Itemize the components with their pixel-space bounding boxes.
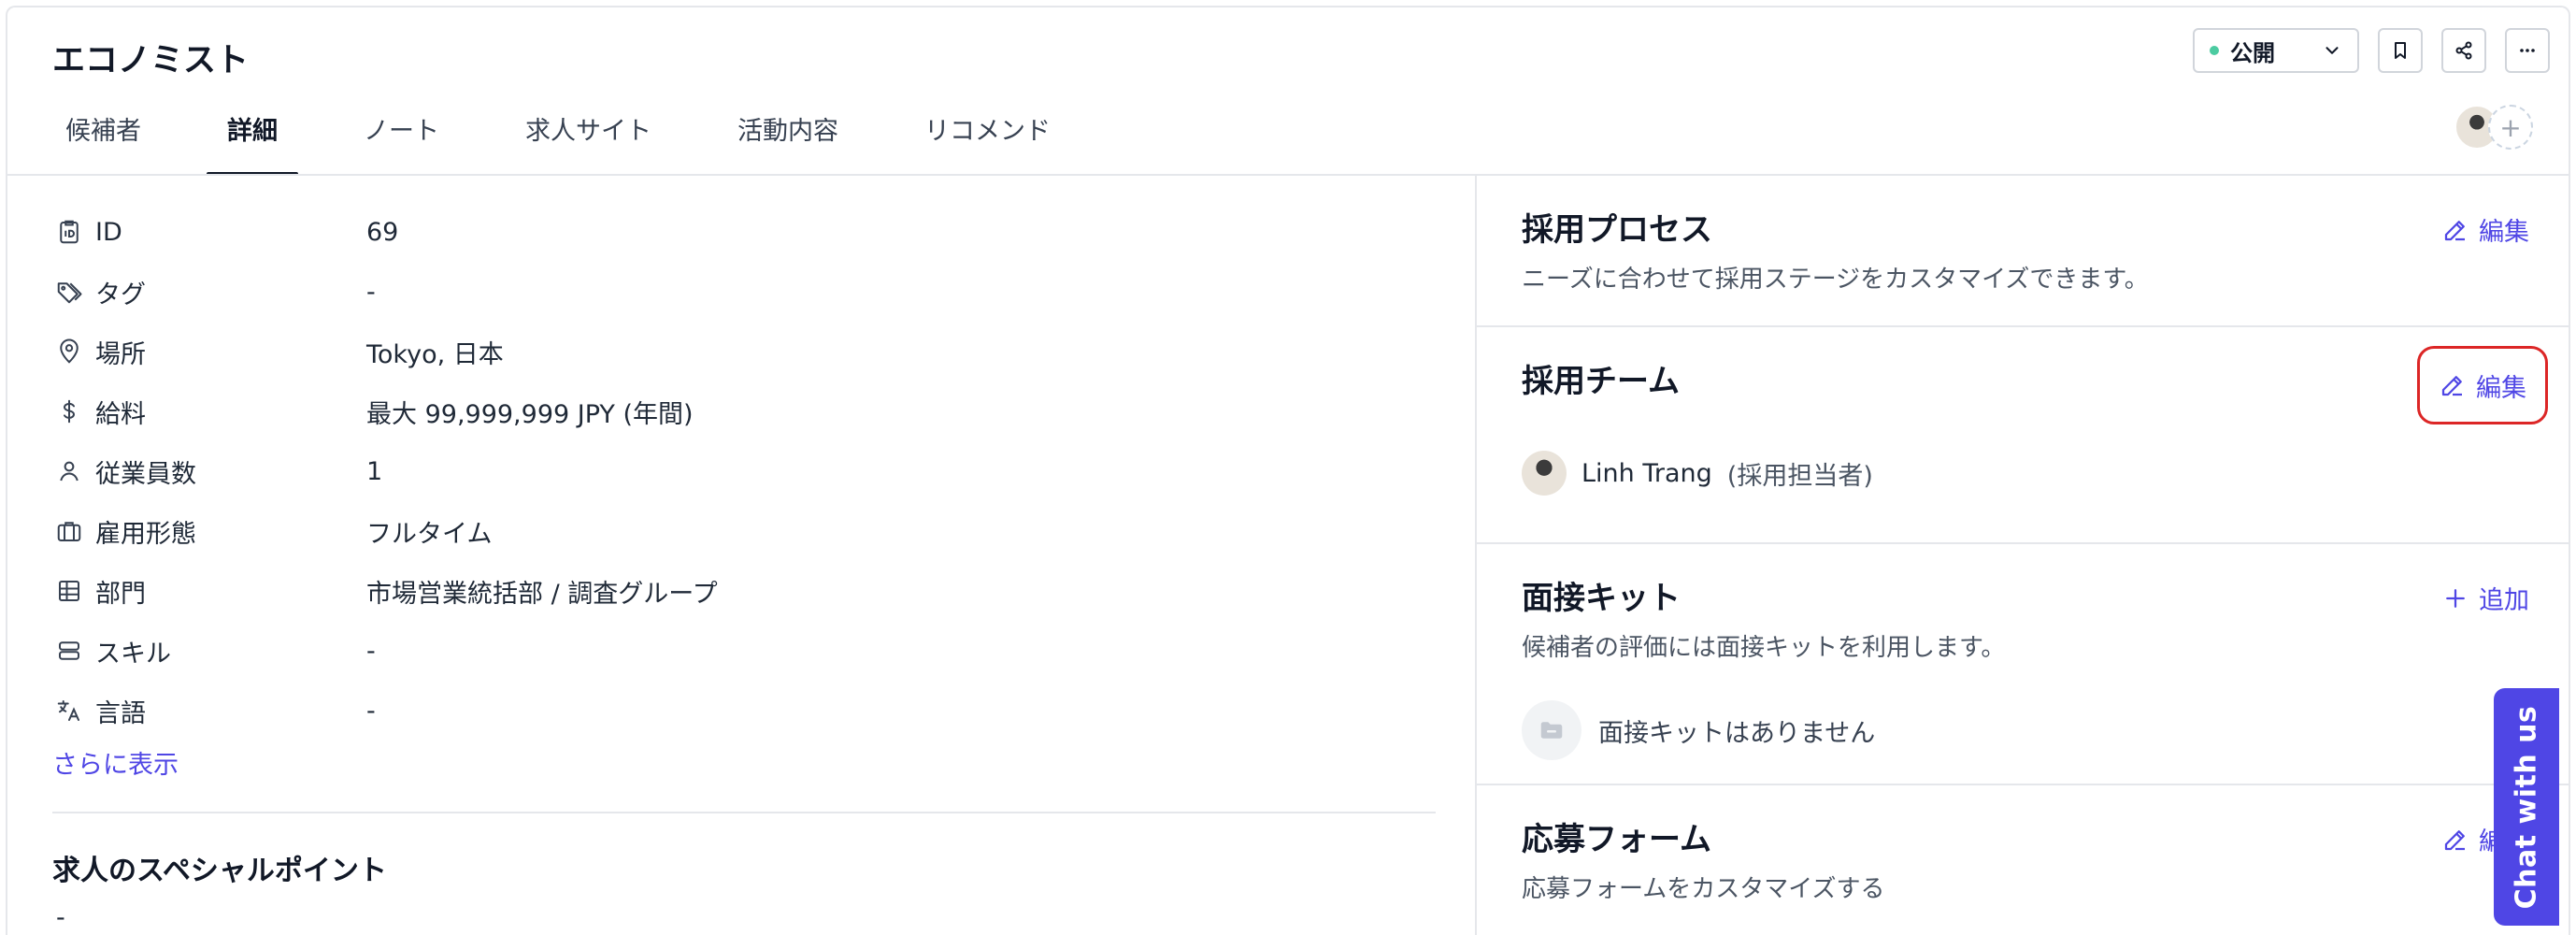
chat-label: Chat with us (2510, 705, 2543, 909)
layers-icon (52, 634, 86, 668)
hiring-process-section: 採用プロセス ニーズに合わせて採用ステージをカスタマイズできます。 編集 (1477, 176, 2569, 327)
detail-value: Tokyo, 日本 (366, 339, 504, 369)
dollar-icon (52, 395, 86, 428)
edit-label: 編集 (2476, 373, 2526, 403)
edit-team-button[interactable]: 編集 (2417, 346, 2548, 424)
detail-value: フルタイム (366, 519, 493, 549)
chevron-down-icon (2326, 47, 2339, 54)
more-horizontal-icon (2520, 49, 2535, 52)
detail-row-employees: 従業員数 1 (52, 441, 1436, 501)
tab-bar: 候補者 詳細 ノート 求人サイト 活動内容 リコメンド (45, 105, 1071, 176)
detail-label: 部門 (95, 579, 146, 609)
avatar (1522, 451, 1567, 496)
detail-row-salary: 給料 最大 99,999,999 JPY (年間) (52, 381, 1436, 441)
detail-label: タグ (95, 280, 146, 309)
section-description: ニーズに合わせて採用ステージをカスタマイズできます。 (1522, 266, 2149, 294)
tab-recommend[interactable]: リコメンド (904, 105, 1071, 176)
detail-value: - (366, 277, 376, 307)
briefcase-icon (52, 514, 86, 548)
translate-icon (52, 694, 86, 727)
team-member: Linh Trang (採用担当者) (1522, 451, 2527, 496)
folder-icon (1522, 700, 1581, 760)
add-label: 追加 (2479, 586, 2529, 615)
member-role: (採用担当者) (1726, 461, 1873, 491)
detail-label: 場所 (95, 339, 146, 369)
status-dot (2210, 46, 2219, 55)
chat-with-us-button[interactable]: Chat with us (2494, 688, 2559, 926)
hiring-team-section: 採用チーム 編集 Linh Trang (採用担当者) (1477, 327, 2569, 544)
detail-label: 給料 (95, 399, 146, 429)
tab-candidates[interactable]: 候補者 (45, 105, 162, 176)
share-icon (2455, 41, 2472, 60)
section-title: 採用チーム (1522, 363, 1680, 400)
status-label: 公開 (2230, 39, 2275, 66)
member-name: Linh Trang (1581, 458, 1712, 488)
plus-icon: + (2499, 111, 2522, 143)
detail-label: スキル (95, 639, 171, 669)
special-points-title: 求人のスペシャルポイント (52, 855, 387, 887)
detail-label: 言語 (95, 698, 146, 728)
add-kit-button[interactable]: 追加 (2441, 580, 2529, 616)
empty-state: 面接キットはありません (1522, 700, 2527, 760)
table-icon (52, 574, 86, 608)
detail-row-department: 部門 市場営業統括部 / 調査グループ (52, 561, 1436, 621)
share-button[interactable] (2441, 28, 2486, 73)
special-points-value: - (56, 903, 65, 932)
location-pin-icon (52, 335, 86, 368)
empty-text: 面接キットはありません (1598, 718, 1876, 748)
detail-row-id: ID 69 (52, 202, 1436, 262)
collaborators: + (2454, 105, 2533, 150)
tab-details[interactable]: 詳細 (207, 105, 298, 176)
interview-kit-section: 面接キット 候補者の評価には面接キットを利用します。 追加 面接キットはありませ… (1477, 544, 2569, 785)
page-title: エコノミスト (52, 42, 250, 79)
section-description: 応募フォームをカスタマイズする (1522, 875, 1885, 903)
section-title: 採用プロセス (1522, 211, 1712, 249)
bookmark-icon (2395, 42, 2406, 59)
tab-notes[interactable]: ノート (343, 105, 460, 176)
detail-label: ID (95, 217, 122, 247)
id-badge-icon (52, 215, 86, 249)
section-divider (52, 812, 1436, 813)
detail-label: 雇用形態 (95, 519, 196, 549)
pencil-icon (2444, 220, 2465, 240)
edit-label: 編集 (2479, 218, 2529, 247)
detail-row-employment-type: 雇用形態 フルタイム (52, 501, 1436, 561)
more-options-button[interactable] (2505, 28, 2550, 73)
section-title: 応募フォーム (1522, 821, 1711, 858)
edit-process-button[interactable]: 編集 (2441, 211, 2529, 248)
right-panel: 採用プロセス ニーズに合わせて採用ステージをカスタマイズできます。 編集 採用チ… (1477, 176, 2569, 935)
detail-row-tags: タグ - (52, 262, 1436, 322)
pencil-icon (2441, 376, 2462, 396)
detail-value: 市場営業統括部 / 調査グループ (366, 579, 718, 609)
pencil-icon (2444, 829, 2465, 850)
details-list: ID 69 タグ - 場所 Tokyo, 日本 給料 最大 99,999,999… (52, 202, 1436, 781)
add-collaborator-button[interactable]: + (2488, 105, 2533, 150)
job-detail-page: エコノミスト 公開 候補者 詳細 ノート 求人サイト 活動内容 リコメンド + (6, 6, 2570, 935)
detail-value: 69 (366, 217, 399, 247)
section-description: 候補者の評価には面接キットを利用します。 (1522, 634, 2006, 662)
tab-job-sites[interactable]: 求人サイト (505, 105, 672, 176)
tag-icon (52, 275, 86, 309)
user-icon (52, 454, 86, 488)
status-select[interactable]: 公開 (2193, 28, 2359, 73)
application-form-section: 応募フォーム 応募フォームをカスタマイズする 編集 (1477, 785, 2569, 935)
detail-row-location: 場所 Tokyo, 日本 (52, 322, 1436, 381)
bookmark-button[interactable] (2378, 28, 2423, 73)
header-actions: 公開 (2193, 28, 2550, 73)
detail-value: - (366, 636, 376, 666)
detail-value: 最大 99,999,999 JPY (年間) (366, 399, 694, 429)
detail-value: - (366, 696, 376, 726)
show-more-link[interactable]: さらに表示 (52, 744, 179, 781)
detail-label: 従業員数 (95, 459, 196, 489)
detail-row-language: 言語 - (52, 681, 1436, 741)
tab-activity[interactable]: 活動内容 (717, 105, 859, 176)
plus-icon (2446, 588, 2465, 608)
section-title: 面接キット (1522, 580, 1681, 617)
detail-row-skills: スキル - (52, 621, 1436, 681)
detail-value: 1 (366, 456, 383, 486)
